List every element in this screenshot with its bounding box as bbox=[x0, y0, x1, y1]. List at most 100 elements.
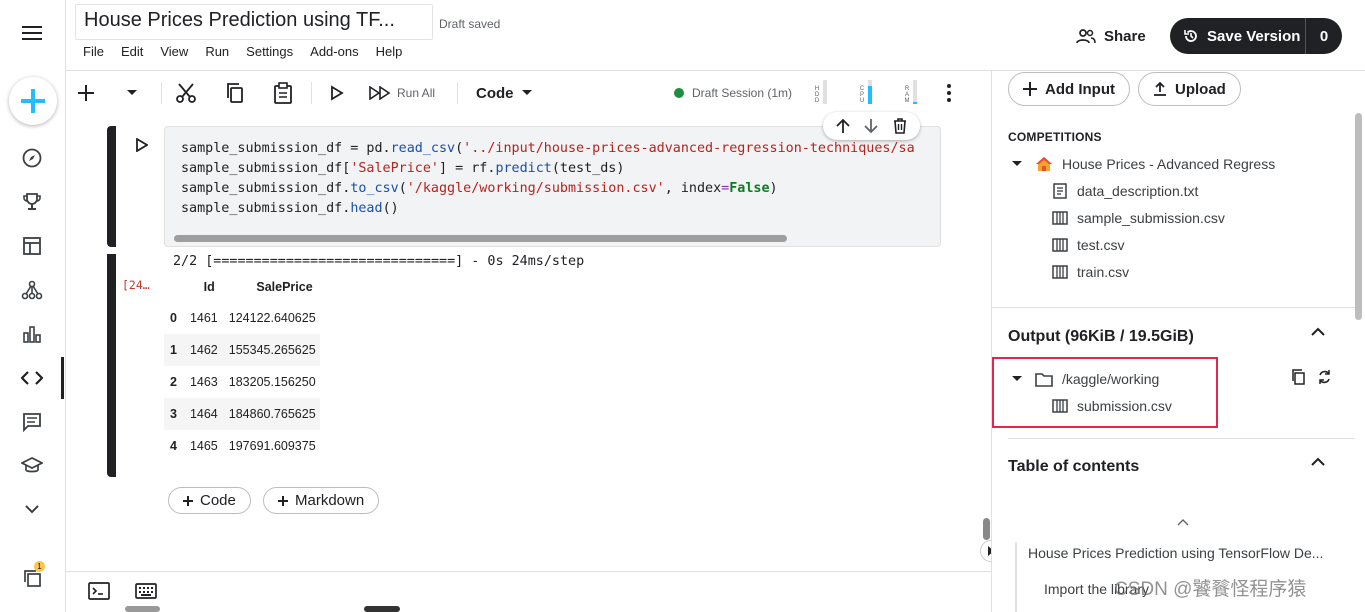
run-all-button[interactable]: Run All bbox=[369, 81, 435, 105]
upload-button[interactable]: Upload bbox=[1138, 72, 1241, 106]
copy-path-icon[interactable] bbox=[1291, 369, 1306, 385]
editor-scrollbar[interactable] bbox=[983, 518, 990, 540]
file-item[interactable]: data_description.txt bbox=[1052, 180, 1198, 202]
bar-chart-icon[interactable] bbox=[14, 316, 50, 352]
version-count[interactable]: 0 bbox=[1305, 18, 1342, 54]
share-button[interactable]: Share bbox=[1076, 24, 1146, 48]
share-label: Share bbox=[1104, 27, 1146, 45]
session-status[interactable]: Draft Session (1m) bbox=[674, 81, 792, 105]
cell-run-button[interactable] bbox=[131, 134, 153, 156]
code-icon[interactable] bbox=[14, 360, 50, 396]
keyboard-icon[interactable] bbox=[135, 583, 157, 599]
file-name: data_description.txt bbox=[1077, 183, 1199, 199]
more-options-icon[interactable] bbox=[946, 81, 952, 105]
table-row: 4 1465 197691.609375 bbox=[164, 430, 320, 462]
toc-guide-line bbox=[1015, 542, 1017, 612]
ram-meter[interactable]: RAM bbox=[904, 80, 917, 104]
paste-icon[interactable] bbox=[273, 81, 293, 105]
toc-section-title[interactable]: Table of contents bbox=[1008, 458, 1139, 476]
file-item[interactable]: test.csv bbox=[1052, 234, 1124, 256]
models-icon[interactable] bbox=[14, 272, 50, 308]
section-divider bbox=[1008, 438, 1355, 439]
delete-icon[interactable] bbox=[893, 118, 907, 134]
output-section-title[interactable]: Output (96KiB / 19.5GiB) bbox=[1008, 328, 1194, 346]
cell-saleprice: 197691.609375 bbox=[228, 439, 316, 453]
cpu-meter[interactable]: CPU bbox=[859, 80, 872, 104]
upload-icon bbox=[1154, 82, 1166, 96]
move-down-icon[interactable] bbox=[864, 118, 879, 134]
add-cell-dropdown-icon[interactable] bbox=[126, 81, 138, 105]
copies-icon[interactable]: 1 bbox=[14, 560, 50, 596]
code-editor[interactable]: sample_submission_df = pd.read_csv('../i… bbox=[164, 126, 941, 247]
chevron-down-icon[interactable] bbox=[14, 491, 50, 527]
menu-help[interactable]: Help bbox=[376, 44, 403, 59]
menu-run[interactable]: Run bbox=[205, 44, 229, 59]
cut-icon[interactable] bbox=[175, 81, 197, 105]
plus-icon bbox=[1023, 82, 1037, 96]
code-horizontal-scrollbar[interactable] bbox=[174, 235, 787, 242]
console-icon[interactable] bbox=[88, 582, 110, 600]
row-index: 4 bbox=[170, 439, 177, 453]
table-row: 1 1462 155345.265625 bbox=[164, 334, 320, 366]
left-rail: 1 bbox=[0, 0, 66, 612]
competition-item[interactable]: House Prices - Advanced Regress bbox=[1012, 153, 1275, 175]
refresh-icon[interactable] bbox=[1317, 369, 1332, 385]
active-nav-indicator bbox=[61, 357, 64, 399]
cell-type-select[interactable]: Code bbox=[476, 81, 532, 105]
csv-table-icon bbox=[1052, 238, 1068, 252]
trophy-icon[interactable] bbox=[14, 184, 50, 220]
table-header: SalePrice bbox=[256, 280, 313, 294]
code-line: sample_submission_df['SalePrice'] = rf.p… bbox=[181, 161, 625, 176]
compass-icon[interactable] bbox=[14, 140, 50, 176]
ram-meter-label: RAM bbox=[904, 86, 910, 104]
menu-add-ons[interactable]: Add-ons bbox=[310, 44, 358, 59]
table-row: 0 1461 124122.640625 bbox=[164, 302, 320, 334]
hamburger-menu-icon[interactable] bbox=[14, 15, 50, 51]
caret-down-icon bbox=[1012, 161, 1022, 166]
discussion-icon[interactable] bbox=[14, 404, 50, 440]
save-version-button[interactable]: Save Version 0 bbox=[1170, 18, 1342, 54]
plus-icon bbox=[183, 495, 193, 506]
notification-badge: 1 bbox=[34, 561, 45, 572]
notebook-title-input[interactable]: House Prices Prediction using TF... bbox=[75, 4, 433, 40]
file-name: test.csv bbox=[1077, 237, 1125, 253]
add-input-button[interactable]: Add Input bbox=[1008, 72, 1130, 106]
output-folder[interactable]: /kaggle/working bbox=[1012, 368, 1159, 390]
menu-file[interactable]: File bbox=[83, 44, 104, 59]
chevron-up-icon[interactable] bbox=[1310, 327, 1330, 347]
table-row: 2 1463 183205.156250 bbox=[164, 366, 320, 398]
move-up-icon[interactable] bbox=[836, 118, 850, 134]
chevron-up-icon[interactable] bbox=[1310, 457, 1330, 477]
toc-item[interactable]: House Prices Prediction using TensorFlow… bbox=[1028, 545, 1346, 561]
output-file[interactable]: submission.csv bbox=[1052, 395, 1172, 417]
learn-icon[interactable] bbox=[14, 448, 50, 484]
file-name: sample_submission.csv bbox=[1077, 210, 1225, 226]
create-button[interactable] bbox=[9, 77, 57, 125]
add-code-cell-button[interactable]: Code bbox=[168, 487, 251, 514]
chevron-down-icon bbox=[521, 90, 532, 95]
panel-scrollbar[interactable] bbox=[1355, 113, 1362, 320]
row-index: 1 bbox=[164, 334, 183, 366]
add-cell-plus-icon[interactable] bbox=[77, 81, 95, 105]
copy-icon[interactable] bbox=[225, 81, 245, 105]
bottom-scrollbar-thumb[interactable] bbox=[364, 606, 400, 612]
file-item[interactable]: sample_submission.csv bbox=[1052, 207, 1225, 229]
table-icon[interactable] bbox=[14, 228, 50, 264]
menu-edit[interactable]: Edit bbox=[121, 44, 143, 59]
menu-view[interactable]: View bbox=[160, 44, 188, 59]
table-header: Id bbox=[203, 280, 215, 294]
row-index: 0 bbox=[170, 311, 177, 325]
table-row: 3 1464 184860.765625 bbox=[164, 398, 320, 430]
bottom-scrollbar-thumb[interactable] bbox=[125, 606, 160, 612]
add-markdown-cell-button[interactable]: Markdown bbox=[263, 487, 380, 514]
row-index: 3 bbox=[164, 398, 183, 430]
menu-settings[interactable]: Settings bbox=[246, 44, 293, 59]
run-cell-icon[interactable] bbox=[330, 81, 344, 105]
toc-scroll-up-icon[interactable] bbox=[1177, 518, 1189, 526]
hdd-meter-label: HDD bbox=[814, 86, 820, 104]
hdd-meter[interactable]: HDD bbox=[814, 80, 827, 104]
file-item[interactable]: train.csv bbox=[1052, 261, 1129, 283]
cell-focus-bar bbox=[107, 126, 116, 247]
add-code-label: Code bbox=[200, 492, 236, 509]
csv-table-icon bbox=[1052, 265, 1068, 279]
